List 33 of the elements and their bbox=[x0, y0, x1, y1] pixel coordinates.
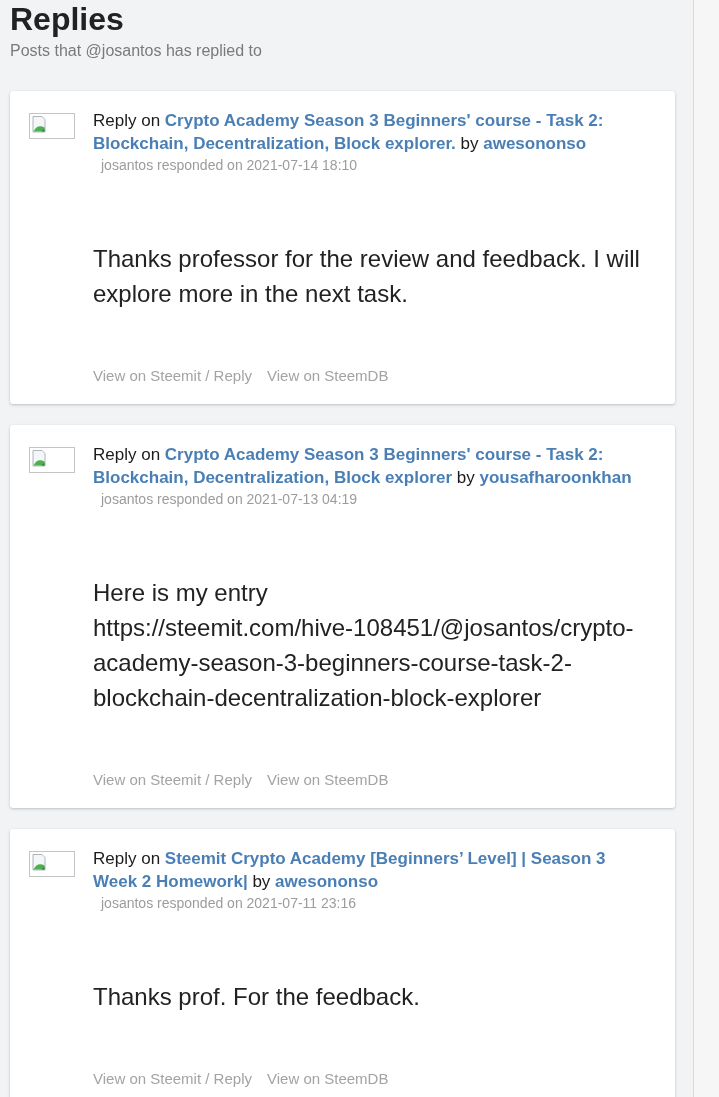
reply-meta: josantos responded on 2021-07-14 18:10 bbox=[101, 156, 358, 175]
view-link[interactable]: View on SteemDB bbox=[266, 366, 389, 386]
reply-on-label: Reply on bbox=[93, 849, 161, 868]
view-link[interactable]: View on Steemit / Reply bbox=[93, 1069, 252, 1089]
author-link[interactable]: yousafharoonkhan bbox=[479, 468, 632, 487]
reply-meta: josantos responded on 2021-07-13 04:19 bbox=[101, 490, 358, 509]
by-label: by bbox=[456, 468, 475, 487]
broken-image-icon bbox=[29, 113, 75, 139]
reply-text: Thanks professor for the review and feedback. I will explore more in the next task. bbox=[93, 244, 641, 309]
post-title-link[interactable]: Steemit Crypto Academy [Beginners’ Level] | Season 3 bbox=[164, 849, 606, 868]
view-link[interactable]: View on SteemDB bbox=[266, 770, 389, 790]
reply-meta: josantos responded on 2021-07-11 23:16 bbox=[101, 894, 357, 913]
reply-text: Here is my entry bbox=[93, 578, 269, 608]
by-label: by bbox=[252, 872, 271, 891]
page-subtitle: Posts that @josantos has replied to bbox=[10, 41, 262, 61]
view-link[interactable]: View on SteemDB bbox=[266, 1069, 389, 1089]
view-link[interactable]: View on Steemit / Reply bbox=[93, 770, 252, 790]
post-title-link[interactable]: Blockchain, Decentralization, Block explorer bbox=[93, 468, 452, 487]
reply-on-label: Reply on bbox=[93, 111, 161, 130]
reply-text: Thanks prof. For the feedback. bbox=[93, 982, 421, 1012]
post-title-link[interactable]: Crypto Academy Season 3 Beginners' course - Task 2: bbox=[164, 111, 604, 130]
broken-image-icon bbox=[29, 447, 75, 473]
post-title-link[interactable]: Crypto Academy Season 3 Beginners' course - Task 2: bbox=[164, 445, 604, 464]
author-link[interactable]: awesononso bbox=[275, 872, 379, 891]
broken-image-icon bbox=[29, 851, 75, 877]
reply-on-label: Reply on bbox=[93, 445, 161, 464]
post-title-link[interactable]: Blockchain, Decentralization, Block explorer. bbox=[93, 134, 456, 153]
page-title: Replies bbox=[10, 0, 124, 38]
reply-text: https://steemit.com/hive-108451/@josantos/crypto-academy-season-3-beginners-course-task-2-blockchain-decentralization-block-explorer bbox=[93, 613, 635, 713]
by-label: by bbox=[460, 134, 479, 153]
author-link[interactable]: awesononso bbox=[483, 134, 587, 153]
view-link[interactable]: View on Steemit / Reply bbox=[93, 366, 252, 386]
post-title-link[interactable]: Week 2 Homework| bbox=[93, 872, 248, 891]
